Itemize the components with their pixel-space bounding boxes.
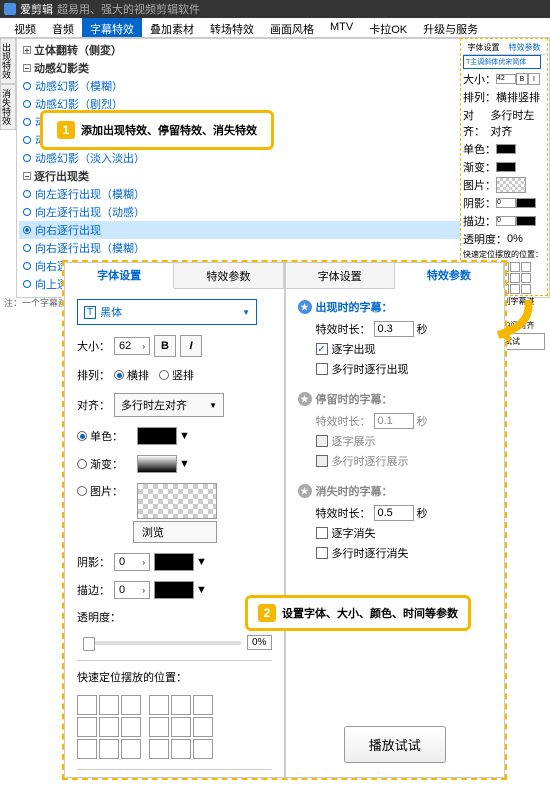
menu-subtitle-fx[interactable]: 字幕特效	[82, 18, 142, 37]
menu-karaoke[interactable]: 卡拉OK	[361, 18, 415, 37]
font-panel: 字体设置 特效参数 T黑体▼ 大小：62›BI 排列：横排竖排 对齐：多行时左对…	[64, 262, 285, 778]
side-tabs: 出现特效 消失特效	[0, 38, 16, 130]
mini-font-select[interactable]: T主调斜体优宋简体	[463, 55, 541, 69]
opacity-slider[interactable]	[83, 641, 241, 645]
menu-mtv[interactable]: MTV	[322, 18, 361, 37]
image-preview	[137, 483, 217, 519]
titlebar: 爱剪辑 超易用、强大的视频剪辑软件	[0, 0, 550, 18]
appear-duration-input[interactable]: 0.3	[374, 321, 414, 337]
align-select[interactable]: 多行时左对齐▼	[114, 393, 224, 417]
image-radio[interactable]: 图片：	[77, 483, 123, 499]
stroke-color[interactable]	[154, 581, 194, 599]
single-color-radio[interactable]: 单色：	[77, 428, 123, 444]
stay-perchar-checkbox[interactable]	[316, 435, 328, 447]
menu-upgrade[interactable]: 升级与服务	[415, 18, 486, 37]
disappear-perline-checkbox[interactable]	[316, 547, 328, 559]
bold-button[interactable]: B	[154, 335, 176, 357]
position-grid-2[interactable]	[149, 695, 213, 759]
callout-1: 1 添加出现特效、停留特效、消失特效	[40, 110, 274, 150]
collapse-icon[interactable]: −	[23, 64, 31, 72]
side-mini-panel: 字体设置特效参数 T主调斜体优宋简体 大小：42BI 排列：横排 竖排 对齐：多…	[460, 38, 548, 296]
side-tab-disappear[interactable]: 消失特效	[0, 84, 16, 130]
stroke-input[interactable]: 0›	[114, 581, 150, 599]
menu-style[interactable]: 画面风格	[262, 18, 322, 37]
browse-button[interactable]: 浏览	[133, 521, 217, 543]
app-subtitle: 超易用、强大的视频剪辑软件	[57, 1, 200, 17]
shadow-color[interactable]	[154, 553, 194, 571]
tab-font-settings[interactable]: 字体设置	[65, 263, 174, 289]
disappear-section: ★消失时的字幕： 特效时长：0.5秒 逐字消失 多行时逐行消失	[298, 483, 493, 561]
annotation-arrow	[478, 295, 538, 345]
disappear-duration-input[interactable]: 0.5	[374, 505, 414, 521]
side-tab-appear[interactable]: 出现特效	[0, 38, 16, 84]
callout-2: 2 设置字体、大小、颜色、时间等参数	[245, 595, 471, 631]
preview-button-right[interactable]: 播放试试	[344, 726, 446, 763]
appear-perchar-checkbox[interactable]: ✓	[316, 343, 328, 355]
menu-overlay[interactable]: 叠加素材	[142, 18, 202, 37]
tab-effect-params[interactable]: 特效参数	[174, 263, 283, 288]
expand-icon[interactable]: +	[23, 46, 31, 54]
shadow-input[interactable]: 0›	[114, 553, 150, 571]
color-picker[interactable]	[137, 427, 177, 445]
app-name: 爱剪辑	[20, 1, 53, 17]
callout-number: 1	[57, 121, 75, 139]
disappear-perchar-checkbox[interactable]	[316, 527, 328, 539]
collapse-icon[interactable]: −	[23, 172, 31, 180]
stay-section: ★停留时的字幕： 特效时长：0.1秒 逐字展示 多行时逐行展示	[298, 391, 493, 469]
tab-effect-params-2[interactable]: 特效参数	[395, 263, 504, 289]
gradient-picker[interactable]	[137, 455, 177, 473]
menu-video[interactable]: 视频	[6, 18, 44, 37]
stay-perline-checkbox[interactable]	[316, 455, 328, 467]
tab-font-settings-2[interactable]: 字体设置	[286, 263, 395, 288]
font-select[interactable]: T黑体▼	[77, 299, 257, 325]
menu-transition[interactable]: 转场特效	[202, 18, 262, 37]
gradient-radio[interactable]: 渐变：	[77, 456, 123, 472]
appear-section: ★出现时的字幕： 特效时长：0.3秒 ✓逐字出现 多行时逐行出现	[298, 299, 493, 377]
app-icon	[4, 3, 16, 15]
menubar: 视频 音频 字幕特效 叠加素材 转场特效 画面风格 MTV 卡拉OK 升级与服务	[0, 18, 550, 38]
position-grid-1[interactable]	[77, 695, 141, 759]
size-input[interactable]: 62›	[114, 337, 150, 355]
arrange-horizontal[interactable]: 横排	[114, 367, 149, 383]
menu-audio[interactable]: 音频	[44, 18, 82, 37]
opacity-value: 0%	[247, 635, 271, 650]
arrange-vertical[interactable]: 竖排	[159, 367, 194, 383]
italic-button[interactable]: I	[180, 335, 202, 357]
effect-panel: 字体设置 特效参数 ★出现时的字幕： 特效时长：0.3秒 ✓逐字出现 多行时逐行…	[285, 262, 506, 778]
star-icon: ★	[298, 484, 312, 498]
star-icon: ★	[298, 300, 312, 314]
settings-panels: 字体设置 特效参数 T黑体▼ 大小：62›BI 排列：横排竖排 对齐：多行时左对…	[62, 260, 507, 780]
callout-number: 2	[258, 604, 276, 622]
appear-perline-checkbox[interactable]	[316, 363, 328, 375]
stay-duration-input[interactable]: 0.1	[374, 413, 414, 429]
star-icon: ★	[298, 392, 312, 406]
